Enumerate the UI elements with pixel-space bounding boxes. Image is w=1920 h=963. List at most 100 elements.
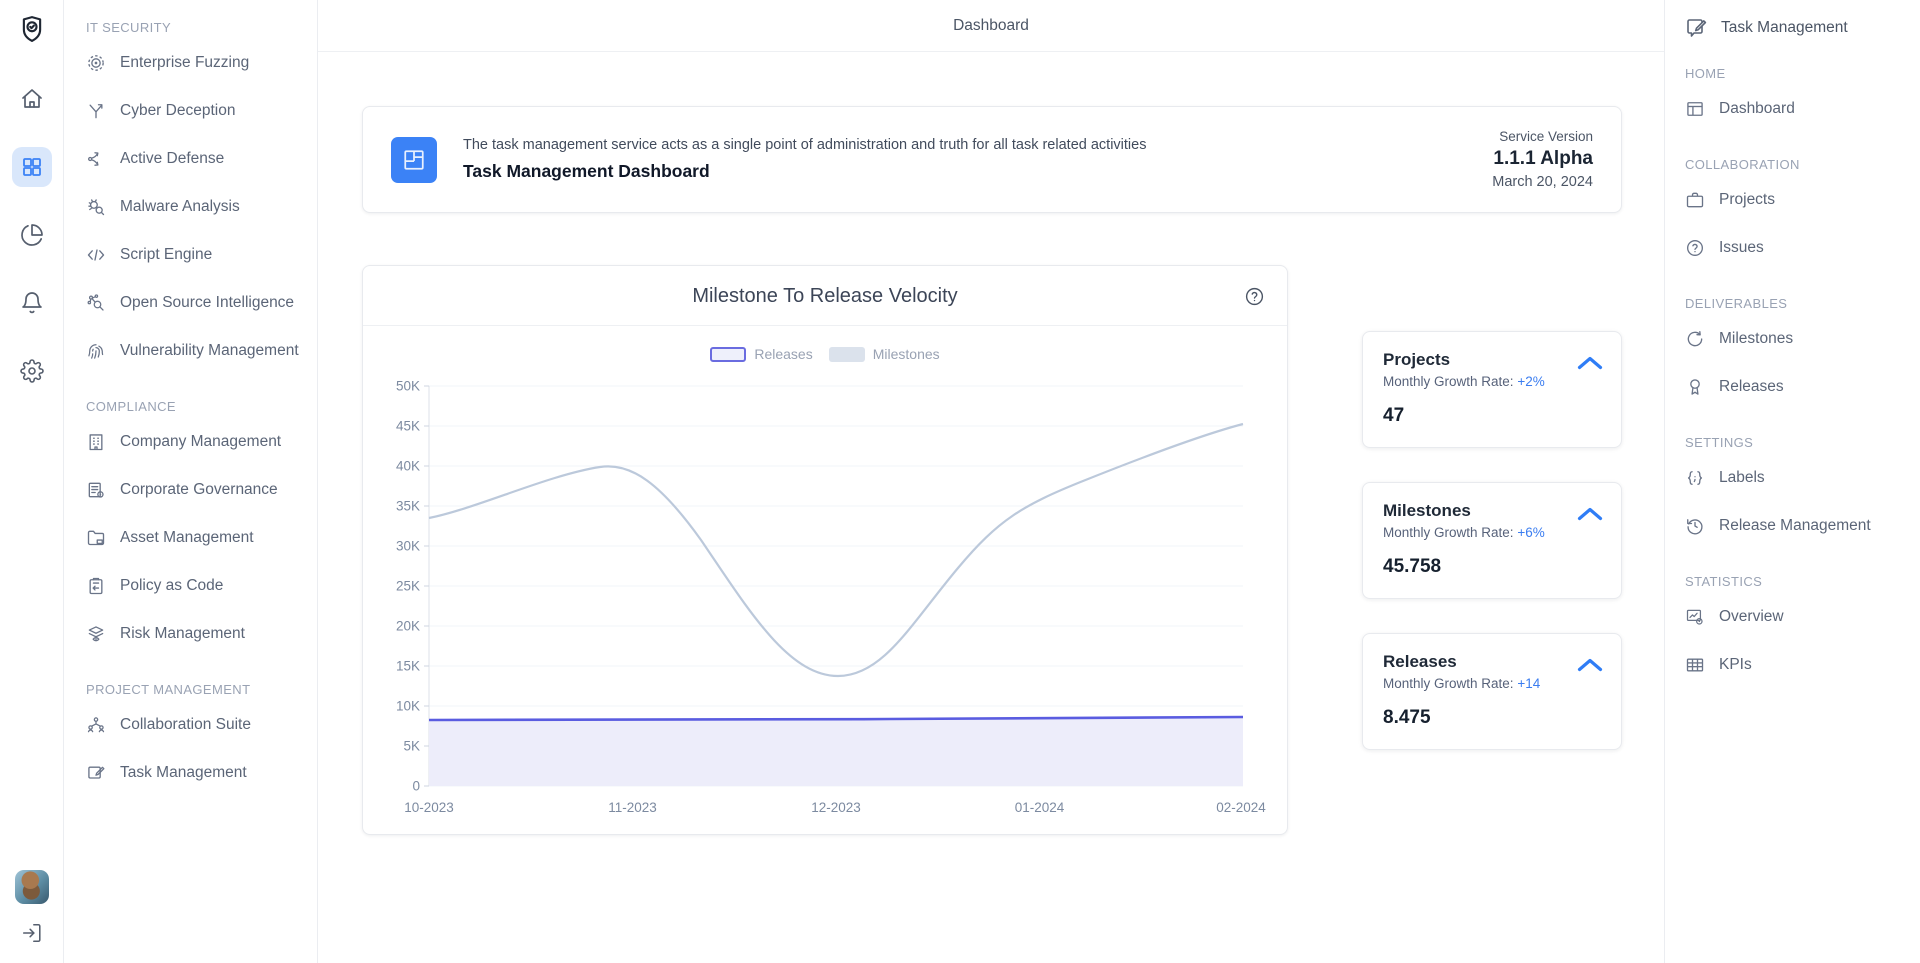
rsidebar-item-label: Dashboard	[1719, 100, 1795, 118]
stat-title: Projects	[1383, 350, 1601, 370]
chevron-up-icon[interactable]	[1577, 507, 1603, 526]
apps-grid-icon[interactable]	[12, 147, 52, 187]
x-axis-labels: 10-2023 11-2023 12-2023 01-2024 02-2024	[404, 800, 1266, 815]
growth-value: +6%	[1517, 525, 1544, 540]
chevron-up-icon[interactable]	[1577, 356, 1603, 375]
svg-text:30K: 30K	[396, 539, 420, 554]
sidebar-item-open-source-intelligence[interactable]: Open Source Intelligence	[86, 279, 307, 327]
legend-entry-releases[interactable]: Releases	[710, 346, 812, 362]
svg-text:15K: 15K	[396, 659, 420, 674]
y-axis-labels: 50K 45K 40K 35K 30K 25K 20K 15K 10K 5K 0	[396, 379, 420, 794]
svg-text:10K: 10K	[396, 699, 420, 714]
rail-bottom	[15, 870, 49, 949]
sidebar-item-label: Task Management	[120, 764, 247, 782]
rsidebar-item-issues[interactable]: Issues	[1685, 224, 1910, 272]
chart-legend: Releases Milestones	[383, 346, 1267, 362]
hero-text: The task management service acts as a si…	[463, 137, 1466, 182]
sidebar-item-label: Policy as Code	[120, 577, 223, 595]
svg-text:5K: 5K	[403, 739, 420, 754]
svg-text:45K: 45K	[396, 419, 420, 434]
chart-title: Milestone To Release Velocity	[692, 285, 957, 308]
stat-title: Milestones	[1383, 501, 1601, 521]
stat-growth: Monthly Growth Rate: +2%	[1383, 374, 1601, 389]
pie-chart-icon[interactable]	[12, 215, 52, 255]
app-logo-shield-icon[interactable]	[17, 14, 47, 49]
task-management-app-icon	[391, 137, 437, 183]
chevron-up-icon[interactable]	[1577, 658, 1603, 677]
rsidebar-item-label: Issues	[1719, 239, 1764, 257]
rsidebar-item-milestones[interactable]: Milestones	[1685, 315, 1910, 363]
rsidebar-item-kpis[interactable]: KPIs	[1685, 641, 1910, 689]
rsidebar-item-label: Labels	[1719, 469, 1765, 487]
hero-title: Task Management Dashboard	[463, 161, 1466, 182]
braces-icon	[1685, 468, 1705, 488]
rsidebar-item-label: Milestones	[1719, 330, 1793, 348]
stats-column: Projects Monthly Growth Rate: +2% 47 Mil…	[1362, 331, 1622, 835]
svg-text:01-2024: 01-2024	[1015, 800, 1065, 815]
sidebar-item-label: Collaboration Suite	[120, 716, 251, 734]
svg-text:50K: 50K	[396, 379, 420, 394]
sidebar-item-risk-management[interactable]: Risk Management	[86, 610, 307, 658]
section-header-statistics: STATISTICS	[1685, 574, 1910, 589]
rsidebar-item-dashboard[interactable]: Dashboard	[1685, 85, 1910, 133]
sidebar-item-company-management[interactable]: Company Management	[86, 418, 307, 466]
bell-icon[interactable]	[12, 283, 52, 323]
icon-rail	[0, 0, 64, 963]
sidebar-item-label: Company Management	[120, 433, 281, 451]
help-icon[interactable]	[1244, 286, 1265, 312]
gear-icon[interactable]	[12, 351, 52, 391]
milestones-stat-card: Milestones Monthly Growth Rate: +6% 45.7…	[1362, 482, 1622, 599]
rsidebar-item-label: KPIs	[1719, 656, 1752, 674]
svg-text:40K: 40K	[396, 459, 420, 474]
sidebar-item-active-defense[interactable]: Active Defense	[86, 135, 307, 183]
sidebar-item-cyber-deception[interactable]: Cyber Deception	[86, 87, 307, 135]
edit-square-icon	[86, 763, 106, 783]
service-version-label: Service Version	[1492, 129, 1593, 144]
sidebar-item-enterprise-fuzzing[interactable]: Enterprise Fuzzing	[86, 39, 307, 87]
folder-box-icon	[86, 528, 106, 548]
svg-text:11-2023: 11-2023	[608, 800, 657, 815]
history-clock-icon	[1685, 516, 1705, 536]
sidebar-item-collaboration-suite[interactable]: Collaboration Suite	[86, 701, 307, 749]
milestones-line	[429, 424, 1243, 676]
page-title: Dashboard	[953, 17, 1029, 35]
rsidebar-item-overview[interactable]: Overview	[1685, 593, 1910, 641]
fingerprint-icon	[86, 341, 106, 361]
releases-area	[429, 717, 1243, 786]
sidebar-item-task-management[interactable]: Task Management	[86, 749, 307, 797]
home-icon[interactable]	[12, 79, 52, 119]
user-avatar[interactable]	[15, 870, 49, 904]
document-gear-icon	[86, 480, 106, 500]
chart-header: Milestone To Release Velocity	[363, 266, 1287, 326]
section-header-settings: SETTINGS	[1685, 435, 1910, 450]
hero-description: The task management service acts as a si…	[463, 137, 1466, 153]
right-sidebar: Task Management HOME Dashboard COLLABORA…	[1664, 0, 1920, 963]
rsidebar-item-releases[interactable]: Releases	[1685, 363, 1910, 411]
table-icon	[1685, 655, 1705, 675]
legend-label: Milestones	[873, 346, 940, 362]
sidebar-item-policy-as-code[interactable]: Policy as Code	[86, 562, 307, 610]
rsidebar-item-projects[interactable]: Projects	[1685, 176, 1910, 224]
service-version-value: 1.1.1 Alpha	[1492, 148, 1593, 170]
legend-entry-milestones[interactable]: Milestones	[829, 346, 940, 362]
svg-text:10-2023: 10-2023	[404, 800, 454, 815]
sidebar-item-malware-analysis[interactable]: Malware Analysis	[86, 183, 307, 231]
sidebar-item-label: Vulnerability Management	[120, 342, 299, 360]
rsidebar-item-label: Release Management	[1719, 517, 1871, 535]
main-column: Dashboard The task management service ac…	[318, 0, 1664, 963]
svg-text:12-2023: 12-2023	[811, 800, 861, 815]
service-title[interactable]: Task Management	[1685, 16, 1910, 40]
releases-stat-card: Releases Monthly Growth Rate: +14 8.475	[1362, 633, 1622, 750]
svg-text:25K: 25K	[396, 579, 420, 594]
sidebar-item-script-engine[interactable]: Script Engine	[86, 231, 307, 279]
report-chart-icon	[1685, 607, 1705, 627]
sidebar-item-asset-management[interactable]: Asset Management	[86, 514, 307, 562]
rsidebar-item-release-management[interactable]: Release Management	[1685, 502, 1910, 550]
sidebar-item-corporate-governance[interactable]: Corporate Governance	[86, 466, 307, 514]
stat-value: 8.475	[1383, 707, 1601, 729]
svg-text:02-2024: 02-2024	[1216, 800, 1266, 815]
sidebar-item-label: Enterprise Fuzzing	[120, 54, 249, 72]
logout-icon[interactable]	[21, 922, 43, 949]
rsidebar-item-labels[interactable]: Labels	[1685, 454, 1910, 502]
sidebar-item-vulnerability-management[interactable]: Vulnerability Management	[86, 327, 307, 375]
